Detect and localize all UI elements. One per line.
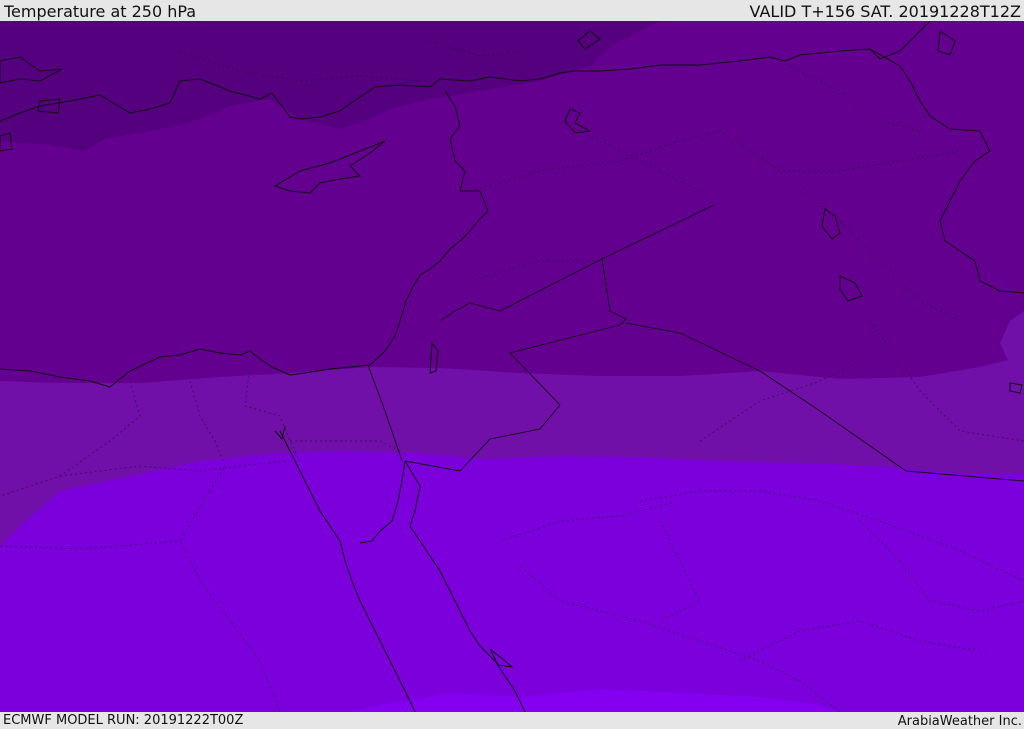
- footer-bar: ECMWF MODEL RUN: 20191222T00Z ArabiaWeat…: [0, 712, 1024, 729]
- map-title: Temperature at 250 hPa: [4, 2, 197, 21]
- model-run-label: ECMWF MODEL RUN: 20191222T00Z: [3, 713, 244, 728]
- valid-time-label: VALID T+156 SAT. 20191228T12Z: [749, 2, 1021, 21]
- credit-label: ArabiaWeather Inc.: [897, 714, 1022, 729]
- header-bar: Temperature at 250 hPa VALID T+156 SAT. …: [0, 0, 1024, 21]
- temperature-map[interactable]: [0, 21, 1024, 712]
